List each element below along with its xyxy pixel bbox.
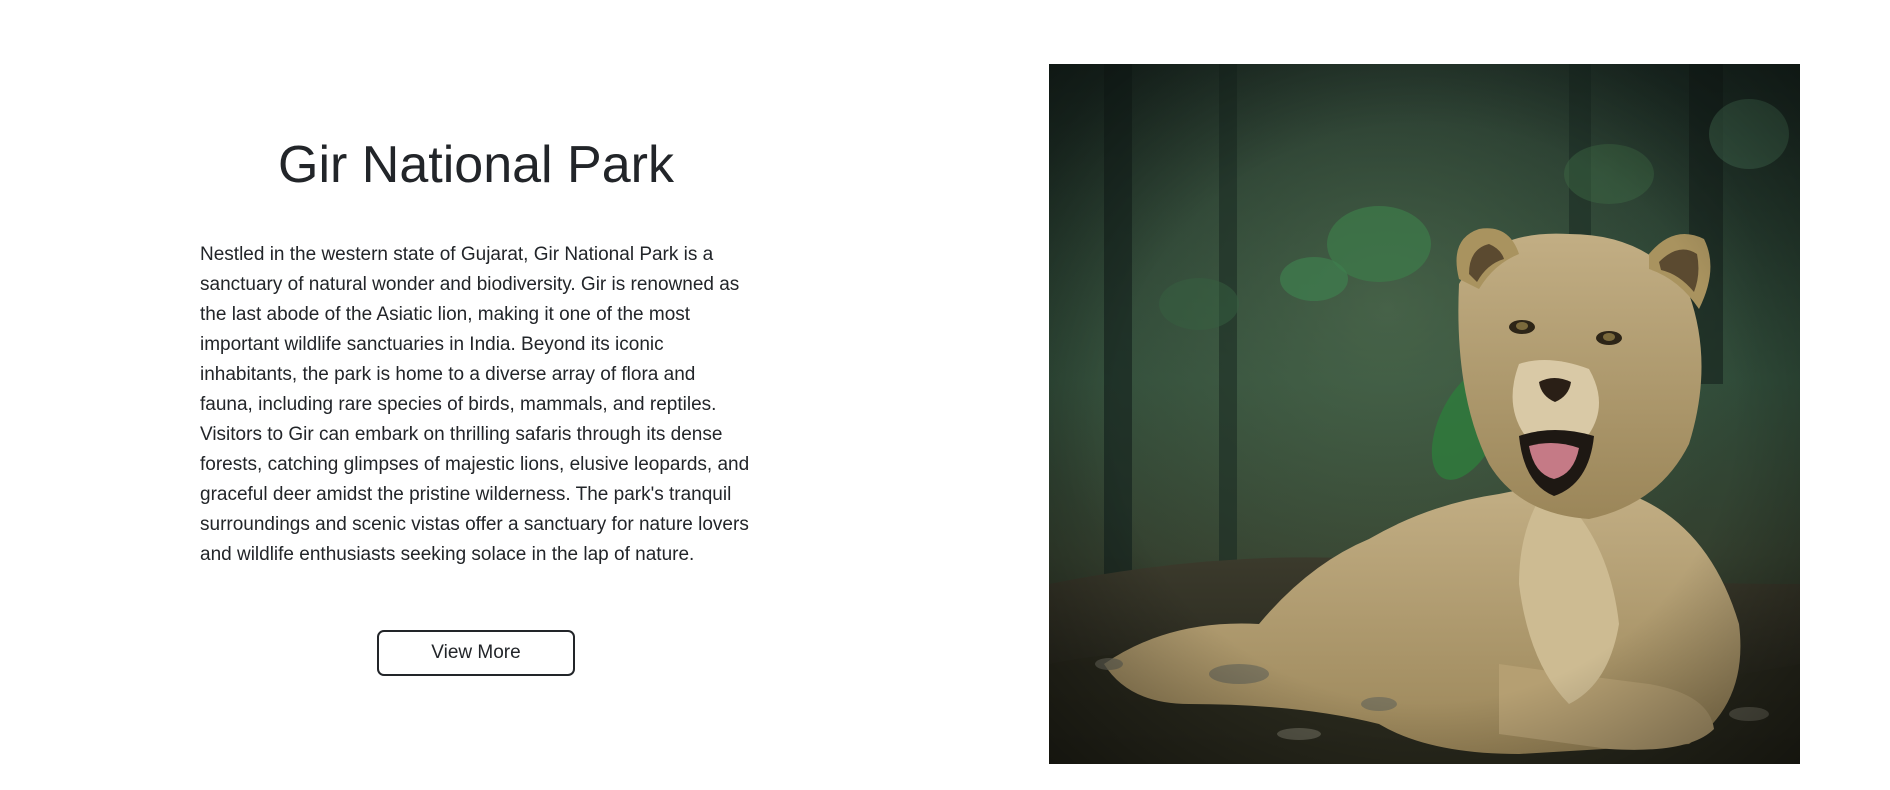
view-more-button[interactable]: View More: [377, 630, 575, 676]
park-title: Gir National Park: [278, 136, 674, 194]
lion-photo: [1049, 64, 1800, 764]
park-info-section: Gir National Park Nestled in the western…: [200, 60, 752, 676]
lion-photo-illustration: [1049, 64, 1800, 764]
park-description: Nestled in the western state of Gujarat,…: [200, 244, 750, 565]
